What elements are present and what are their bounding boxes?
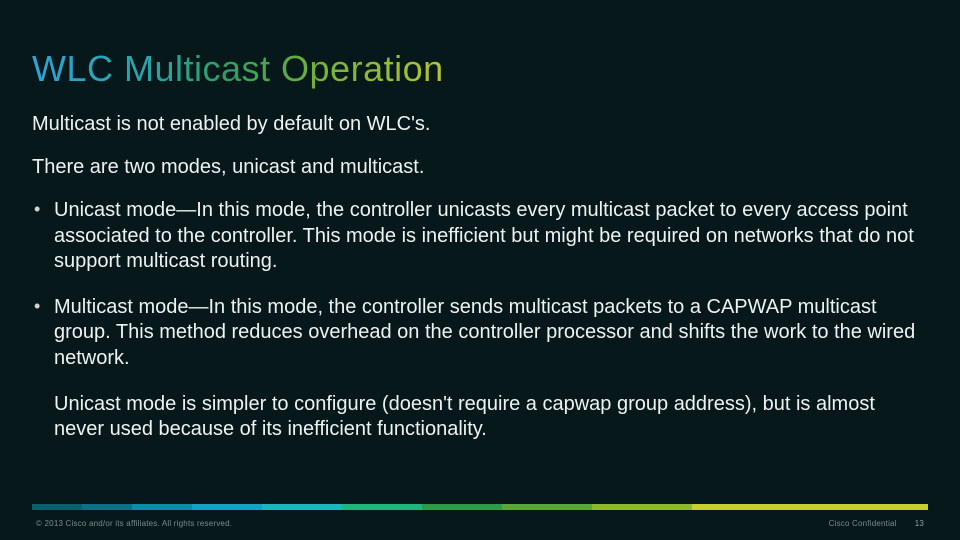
brand-bar-segment: [262, 504, 342, 510]
brand-bar-segment: [32, 504, 82, 510]
brand-color-bar: [32, 504, 928, 510]
intro-paragraph-2: There are two modes, unicast and multica…: [32, 155, 920, 180]
slide-body: Multicast is not enabled by default on W…: [32, 112, 920, 443]
brand-bar-segment: [82, 504, 132, 510]
bullet-item: Multicast mode—In this mode, the control…: [32, 295, 920, 372]
slide-footer: © 2013 Cisco and/or its affiliates. All …: [36, 516, 924, 530]
brand-bar-segment: [692, 504, 928, 510]
brand-bar-segment: [192, 504, 262, 510]
brand-bar-segment: [422, 504, 502, 510]
brand-bar-segment: [592, 504, 692, 510]
slide-title: WLC Multicast Operation: [32, 48, 444, 90]
brand-bar-segment: [342, 504, 422, 510]
bullet-list: Unicast mode—In this mode, the controlle…: [32, 198, 920, 372]
bullet-item: Unicast mode—In this mode, the controlle…: [32, 198, 920, 275]
slide: WLC Multicast Operation Multicast is not…: [0, 0, 960, 540]
intro-paragraph-1: Multicast is not enabled by default on W…: [32, 112, 920, 137]
closing-paragraph: Unicast mode is simpler to configure (do…: [54, 392, 920, 443]
footer-copyright: © 2013 Cisco and/or its affiliates. All …: [36, 519, 232, 528]
footer-confidential: Cisco Confidential: [829, 519, 897, 528]
brand-bar-segment: [502, 504, 592, 510]
page-number: 13: [915, 519, 924, 528]
brand-bar-segment: [132, 504, 192, 510]
